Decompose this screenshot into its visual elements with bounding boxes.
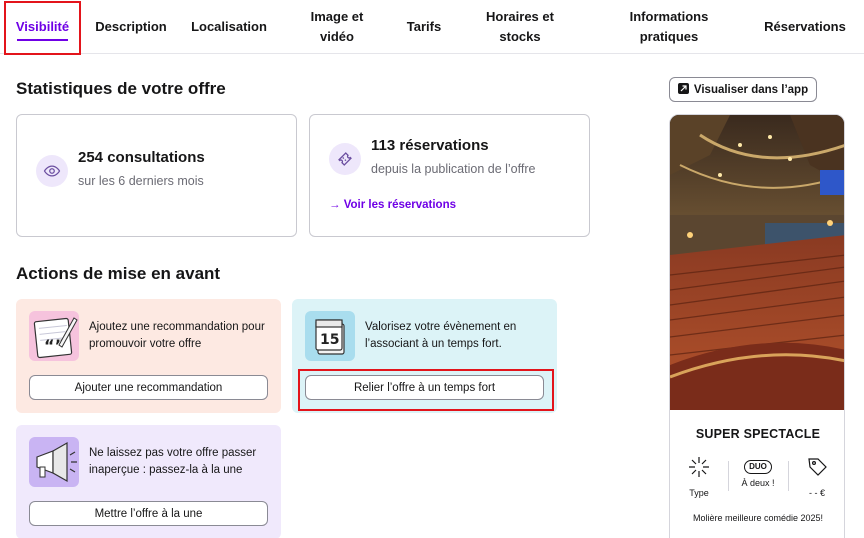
active-tab-indicator (17, 39, 68, 41)
pill-type: Type (674, 455, 724, 498)
tab-visibilite[interactable]: Visibilité (4, 0, 81, 54)
consultations-count: 254 consultations (78, 149, 205, 166)
reservations-count: 113 réservations (371, 137, 489, 154)
calendar-day: 15 (320, 332, 339, 348)
view-reservations-link[interactable]: → Voir les réservations (329, 199, 456, 211)
pill-price-label: - - € (808, 488, 825, 498)
add-recommendation-button[interactable]: Ajouter une recommandation (29, 375, 268, 400)
arrow-right-icon: → (329, 199, 341, 211)
notepad-quote-icon: “” (29, 311, 79, 361)
view-in-app-label: Visualiser dans l’app (693, 83, 809, 96)
pill-duo-label: À deux ! (741, 478, 775, 488)
tab-informations-pratiques[interactable]: Informations pratiques (608, 0, 730, 54)
sparkle-icon (687, 457, 711, 483)
headline-card: Ne laissez pas votre offre passer inaper… (16, 425, 281, 538)
tab-image-video[interactable]: Image et vidéo (297, 0, 377, 54)
pill-type-label: Type (689, 488, 709, 498)
offer-description: Molière meilleure comédie 2025! (692, 513, 824, 523)
tab-label: Réservations (764, 19, 846, 34)
highlight-card: 15 Valorisez votre évènement en l’associ… (292, 299, 557, 413)
tab-description[interactable]: Description (85, 0, 177, 54)
price-tag-icon (805, 458, 829, 483)
offer-title: SUPER SPECTACLE (695, 427, 821, 441)
tab-label: Informations pratiques (629, 9, 709, 44)
tab-label: Localisation (191, 19, 267, 34)
tab-label: Tarifs (406, 19, 442, 34)
eye-icon (36, 155, 68, 187)
tab-horaires-stocks[interactable]: Horaires et stocks (474, 0, 566, 54)
view-in-app-button[interactable]: Visualiser dans l’app (669, 77, 817, 102)
reservations-card: 113 réservations depuis la publication d… (309, 114, 590, 237)
feature-offer-button[interactable]: Mettre l’offre à la une (29, 501, 268, 526)
consultations-period: sur les 6 derniers mois (78, 174, 204, 188)
offer-tabs: Visibilité Description Localisation Imag… (0, 0, 864, 54)
highlight-text: Valorisez votre évènement en l’associant… (365, 321, 517, 350)
offer-image (670, 115, 844, 410)
actions-heading: Actions de mise en avant (16, 264, 221, 283)
pill-price: - - € (792, 455, 842, 498)
tab-reservations[interactable]: Réservations (755, 0, 855, 54)
duo-icon: DUO (744, 460, 772, 474)
link-highlight-button[interactable]: Relier l’offre à un temps fort (305, 375, 544, 400)
app-preview: SUPER SPECTACLE Type DUO À deux ! - - € … (669, 114, 845, 538)
pill-divider (788, 461, 789, 491)
recommendation-card: “” Ajoutez une recommandation pour promo… (16, 299, 281, 413)
headline-text: Ne laissez pas votre offre passer inaper… (89, 447, 257, 476)
pill-divider (728, 461, 729, 491)
tab-tarifs[interactable]: Tarifs (396, 0, 452, 54)
tab-label: Visibilité (15, 19, 70, 34)
external-app-icon (677, 82, 689, 97)
recommendation-text: Ajoutez une recommandation pour promouvo… (89, 321, 265, 350)
pill-duo: DUO À deux ! (733, 455, 783, 488)
megaphone-icon (29, 437, 79, 487)
view-reservations-label: Voir les réservations (343, 199, 456, 211)
tab-localisation[interactable]: Localisation (181, 0, 277, 54)
tab-label: Horaires et stocks (486, 9, 554, 44)
reservations-since: depuis la publication de l’offre (371, 162, 536, 176)
tab-label: Description (95, 19, 167, 34)
ticket-icon (329, 143, 361, 175)
calendar-icon: 15 (305, 311, 355, 361)
tab-label: Image et vidéo (310, 9, 364, 44)
consultations-card: 254 consultations sur les 6 derniers moi… (16, 114, 297, 237)
stats-heading: Statistiques de votre offre (16, 79, 226, 98)
